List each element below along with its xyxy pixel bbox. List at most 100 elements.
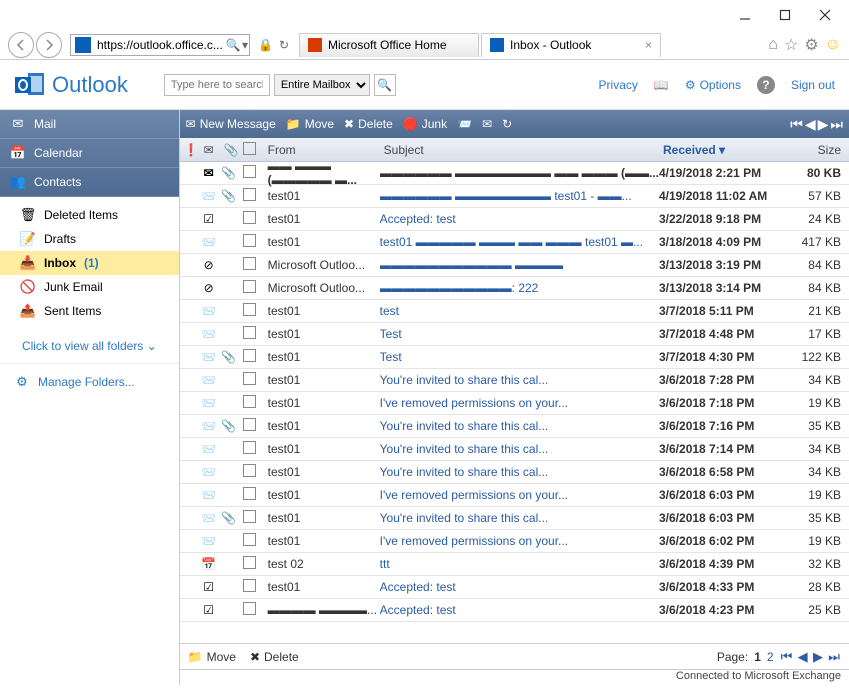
- refresh-icon[interactable]: ↻: [279, 38, 289, 52]
- nav-calendar[interactable]: 📅Calendar: [0, 139, 179, 168]
- row-checkbox[interactable]: [238, 326, 262, 342]
- maximize-button[interactable]: [765, 1, 805, 29]
- message-row[interactable]: 📨test01Test3/7/2018 4:48 PM17 KB: [180, 323, 849, 346]
- message-row[interactable]: ⊘Microsoft Outloo...▬▬▬▬▬▬▬▬▬▬▬: 2223/13…: [180, 277, 849, 300]
- next-page-icon[interactable]: ▶: [818, 116, 829, 133]
- col-subject[interactable]: Subject: [380, 143, 659, 157]
- tab-close-icon[interactable]: ×: [645, 38, 652, 52]
- signout-link[interactable]: Sign out: [791, 78, 835, 92]
- message-row[interactable]: 📨📎test01You're invited to share this cal…: [180, 507, 849, 530]
- prev-page-icon[interactable]: ◀: [798, 649, 808, 664]
- row-checkbox[interactable]: [238, 533, 262, 549]
- message-row[interactable]: ☑test01Accepted: test3/6/2018 4:33 PM28 …: [180, 576, 849, 599]
- smiley-icon[interactable]: ☺: [825, 36, 841, 54]
- url-dropdown-icon[interactable]: ▾: [241, 38, 249, 52]
- message-row[interactable]: 📨test01I've removed permissions on your.…: [180, 530, 849, 553]
- prev-page-icon[interactable]: ◀: [805, 116, 816, 133]
- privacy-link[interactable]: Privacy: [599, 78, 638, 92]
- row-checkbox[interactable]: [238, 372, 262, 388]
- col-size[interactable]: Size: [797, 143, 849, 157]
- search-button[interactable]: 🔍: [374, 74, 396, 96]
- row-checkbox[interactable]: [238, 556, 262, 572]
- message-row[interactable]: 📨📎test01▬▬▬▬▬▬ ▬▬▬▬▬▬▬▬ test01 - ▬▬...4/…: [180, 185, 849, 208]
- message-row[interactable]: 📅test 02ttt3/6/2018 4:39 PM32 KB: [180, 553, 849, 576]
- search-scope-select[interactable]: Entire Mailbox: [274, 74, 370, 96]
- last-page-icon[interactable]: ⏭: [828, 649, 840, 664]
- message-row[interactable]: 📨📎test01Test3/7/2018 4:30 PM122 KB: [180, 346, 849, 369]
- url-search-icon[interactable]: 🔍: [225, 35, 241, 55]
- col-received[interactable]: Received ▾: [659, 143, 797, 157]
- row-checkbox[interactable]: [238, 165, 262, 181]
- row-checkbox[interactable]: [238, 395, 262, 411]
- mark-unread-button[interactable]: ✉: [482, 117, 492, 131]
- back-button[interactable]: [8, 32, 34, 58]
- move-button[interactable]: 📁Move: [286, 117, 334, 131]
- outlook-logo[interactable]: Outlook: [14, 69, 128, 101]
- message-row[interactable]: 📨test01I've removed permissions on your.…: [180, 392, 849, 415]
- message-row[interactable]: 📨test01You're invited to share this cal.…: [180, 369, 849, 392]
- row-checkbox[interactable]: [238, 602, 262, 618]
- manage-folders[interactable]: ⚙Manage Folders...: [0, 363, 179, 400]
- nav-mail[interactable]: ✉Mail: [0, 110, 179, 139]
- refresh-button[interactable]: ↻: [502, 117, 512, 131]
- message-row[interactable]: 📨test01test3/7/2018 5:11 PM21 KB: [180, 300, 849, 323]
- folder-deleted-items[interactable]: 🗑Deleted Items: [0, 203, 179, 227]
- row-checkbox[interactable]: [238, 579, 262, 595]
- address-bar[interactable]: https://outlook.office.c... 🔍 ▾: [70, 34, 250, 56]
- tools-icon[interactable]: ⚙: [804, 35, 818, 55]
- row-checkbox[interactable]: [238, 280, 262, 296]
- col-icon[interactable]: ✉: [198, 143, 220, 157]
- row-checkbox[interactable]: [238, 418, 262, 434]
- bottom-move-button[interactable]: 📁Move: [188, 650, 236, 664]
- col-from[interactable]: From: [262, 143, 380, 157]
- folder-sent-items[interactable]: 📤Sent Items: [0, 299, 179, 323]
- row-checkbox[interactable]: [238, 441, 262, 457]
- nav-contacts[interactable]: 👥Contacts: [0, 168, 179, 197]
- row-checkbox[interactable]: [238, 349, 262, 365]
- first-page-icon[interactable]: ⏮: [790, 116, 803, 133]
- lock-icon[interactable]: 🔒: [258, 38, 273, 52]
- message-row[interactable]: 📨test01You're invited to share this cal.…: [180, 461, 849, 484]
- first-page-icon[interactable]: ⏮: [781, 649, 793, 664]
- junk-button[interactable]: 🛑Junk: [403, 117, 447, 131]
- message-list[interactable]: ✉📎▬▬ ▬▬▬ (▬▬▬▬▬ ▬...▬▬▬▬▬▬ ▬▬▬▬▬▬▬▬ ▬▬ ▬…: [180, 162, 849, 643]
- minimize-button[interactable]: [725, 1, 765, 29]
- row-checkbox[interactable]: [238, 487, 262, 503]
- folder-inbox[interactable]: 📥Inbox (1): [0, 251, 179, 275]
- folder-drafts[interactable]: 📝Drafts: [0, 227, 179, 251]
- col-importance[interactable]: ❗: [180, 143, 198, 157]
- page-link[interactable]: 2: [767, 650, 774, 664]
- message-row[interactable]: 📨test01You're invited to share this cal.…: [180, 438, 849, 461]
- message-row[interactable]: 📨📎test01You're invited to share this cal…: [180, 415, 849, 438]
- options-link[interactable]: ⚙Options: [685, 78, 741, 92]
- folder-junk[interactable]: 🚫Junk Email: [0, 275, 179, 299]
- row-checkbox[interactable]: [238, 303, 262, 319]
- message-row[interactable]: ☑test01Accepted: test3/22/2018 9:18 PM24…: [180, 208, 849, 231]
- home-icon[interactable]: ⌂: [768, 36, 778, 54]
- view-all-folders[interactable]: Click to view all folders ⌄: [0, 329, 179, 363]
- row-checkbox[interactable]: [238, 257, 262, 273]
- delete-button[interactable]: ✖Delete: [344, 117, 393, 131]
- help-icon[interactable]: ?: [757, 76, 775, 94]
- bottom-delete-button[interactable]: ✖Delete: [250, 650, 299, 664]
- row-checkbox[interactable]: [238, 510, 262, 526]
- row-checkbox[interactable]: [238, 188, 262, 204]
- message-row[interactable]: 📨test01test01 ▬▬▬▬▬ ▬▬▬ ▬▬ ▬▬▬ test01 ▬.…: [180, 231, 849, 254]
- mark-read-button[interactable]: 📨: [457, 117, 472, 131]
- next-page-icon[interactable]: ▶: [813, 649, 823, 664]
- favorites-icon[interactable]: ☆: [784, 35, 798, 55]
- col-checkbox[interactable]: [238, 142, 262, 158]
- tab-inbox-outlook[interactable]: Inbox - Outlook ×: [481, 33, 661, 57]
- row-checkbox[interactable]: [238, 464, 262, 480]
- new-message-button[interactable]: ✉New Message: [186, 117, 276, 131]
- row-checkbox[interactable]: [238, 234, 262, 250]
- forward-button[interactable]: [36, 32, 62, 58]
- last-page-icon[interactable]: ⏭: [830, 116, 843, 133]
- row-checkbox[interactable]: [238, 211, 262, 227]
- message-row[interactable]: ☑▬▬▬▬ ▬▬▬▬...Accepted: test3/6/2018 4:23…: [180, 599, 849, 622]
- tab-office-home[interactable]: Microsoft Office Home: [299, 33, 479, 57]
- close-button[interactable]: [805, 1, 845, 29]
- search-input[interactable]: [164, 74, 270, 96]
- book-icon[interactable]: 📖: [654, 78, 669, 92]
- message-row[interactable]: 📨test01I've removed permissions on your.…: [180, 484, 849, 507]
